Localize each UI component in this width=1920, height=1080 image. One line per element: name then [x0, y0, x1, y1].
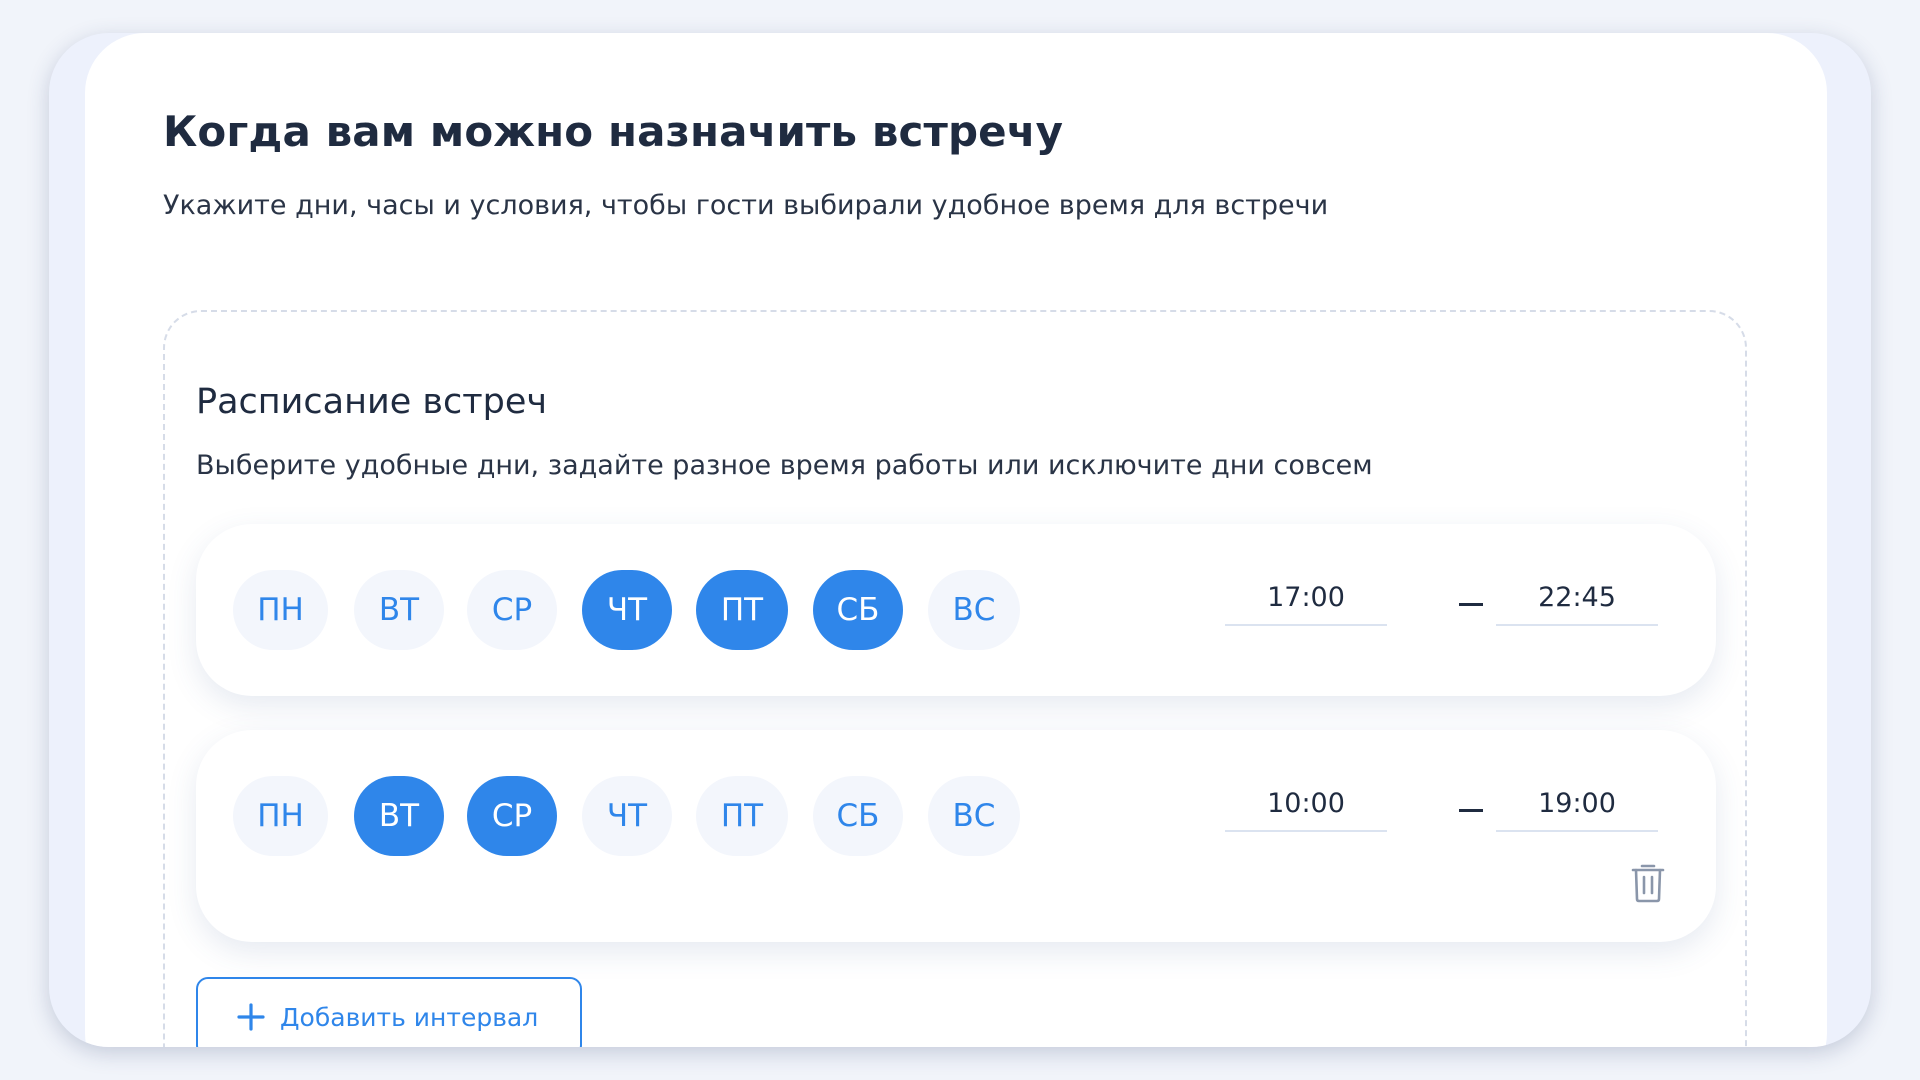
time-to-input[interactable]: [1496, 570, 1658, 626]
interval-row-1: ПН ВТ СР ЧТ ПТ СБ ВС: [196, 524, 1716, 696]
add-interval-button[interactable]: Добавить интервал: [196, 977, 582, 1047]
day-toggle-fri[interactable]: ПТ: [696, 776, 788, 856]
time-range-separator: [1458, 570, 1484, 624]
day-toggle-tue[interactable]: ВТ: [354, 776, 444, 856]
delete-interval-button[interactable]: [1626, 857, 1670, 907]
day-toggle-sat[interactable]: СБ: [813, 776, 903, 856]
day-toggle-sun[interactable]: ВС: [928, 776, 1020, 856]
day-toggle-wed[interactable]: СР: [467, 570, 557, 650]
time-range-separator: [1458, 776, 1484, 830]
schedule-section: Расписание встреч Выберите удобные дни, …: [163, 310, 1747, 1047]
add-interval-label: Добавить интервал: [280, 1002, 539, 1032]
settings-card: Когда вам можно назначить встречу Укажит…: [85, 33, 1827, 1047]
schedule-title: Расписание встреч: [196, 382, 548, 422]
time-from-input[interactable]: [1225, 776, 1387, 832]
schedule-subtitle: Выберите удобные дни, задайте разное вре…: [196, 450, 1373, 481]
day-toggle-thu[interactable]: ЧТ: [582, 570, 672, 650]
day-toggle-sat[interactable]: СБ: [813, 570, 903, 650]
day-toggle-tue[interactable]: ВТ: [354, 570, 444, 650]
plus-icon: [237, 1003, 265, 1031]
trash-icon: [1631, 864, 1665, 903]
time-from-input[interactable]: [1225, 570, 1387, 626]
day-toggle-mon[interactable]: ПН: [233, 776, 328, 856]
day-toggle-mon[interactable]: ПН: [233, 570, 328, 650]
page-subtitle: Укажите дни, часы и условия, чтобы гости…: [163, 190, 1329, 221]
app-frame: Когда вам можно назначить встречу Укажит…: [49, 33, 1871, 1047]
interval-row-2: ПН ВТ СР ЧТ ПТ СБ ВС: [196, 730, 1716, 942]
day-toggle-wed[interactable]: СР: [467, 776, 557, 856]
day-toggle-fri[interactable]: ПТ: [696, 570, 788, 650]
day-toggle-sun[interactable]: ВС: [928, 570, 1020, 650]
time-to-input[interactable]: [1496, 776, 1658, 832]
day-toggle-thu[interactable]: ЧТ: [582, 776, 672, 856]
page-title: Когда вам можно назначить встречу: [163, 107, 1064, 156]
